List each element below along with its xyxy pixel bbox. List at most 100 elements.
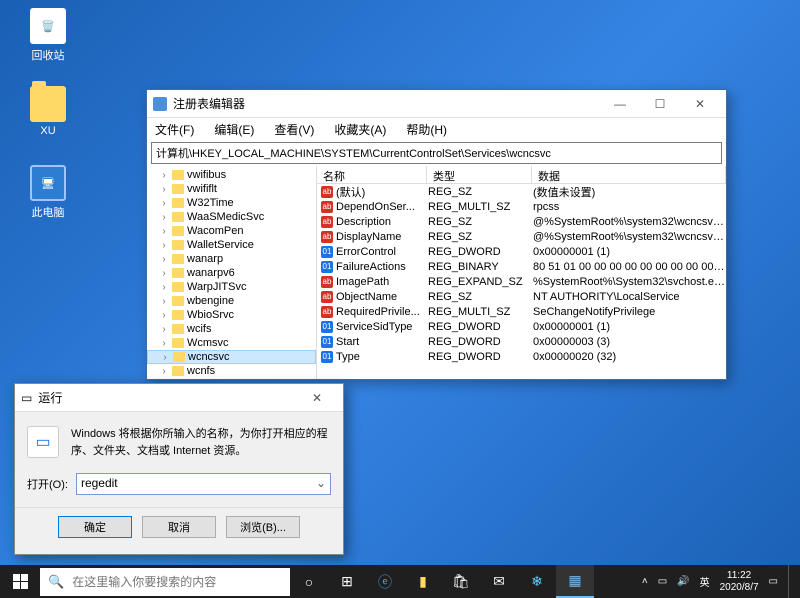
- menu-favorites[interactable]: 收藏夹(A): [330, 119, 390, 140]
- taskbar-app-mail[interactable]: ✉: [480, 565, 518, 598]
- tray-ime-indicator[interactable]: 英: [700, 574, 710, 589]
- expand-icon[interactable]: ›: [159, 268, 169, 279]
- expand-icon[interactable]: ›: [160, 352, 170, 363]
- taskbar-app-store[interactable]: 🛍: [442, 565, 480, 598]
- tree-item[interactable]: ›wanarp: [147, 252, 316, 266]
- tree-item[interactable]: › WalletService: [147, 238, 316, 252]
- expand-icon[interactable]: ›: [159, 324, 169, 335]
- menu-help[interactable]: 帮助(H): [402, 119, 451, 140]
- value-type-icon: 01: [321, 351, 333, 363]
- taskbar-app-explorer[interactable]: ▮: [404, 565, 442, 598]
- column-header-type[interactable]: 类型: [427, 166, 532, 183]
- expand-icon[interactable]: ›: [159, 366, 169, 377]
- system-tray: ˄ ▭ 🔊 英 11:22 2020/8/7 ▭: [642, 565, 800, 598]
- tray-network-icon[interactable]: ▭: [658, 576, 667, 587]
- expand-icon[interactable]: ›: [159, 310, 169, 321]
- tray-notifications-icon[interactable]: ▭: [769, 576, 778, 587]
- titlebar[interactable]: ▭ 运行 ✕: [15, 384, 343, 412]
- close-button[interactable]: ✕: [680, 91, 720, 117]
- window-title: 注册表编辑器: [173, 95, 245, 112]
- tree-item-label: wcnfs: [187, 365, 215, 377]
- expand-icon[interactable]: ›: [159, 338, 169, 349]
- column-header-name[interactable]: 名称: [317, 166, 427, 183]
- tree-item-label: vwififlt: [187, 183, 217, 195]
- taskbar-app-generic[interactable]: ❄: [518, 565, 556, 598]
- titlebar[interactable]: 注册表编辑器 — ☐ ✕: [147, 90, 726, 118]
- value-type-icon: ab: [321, 291, 333, 303]
- registry-value-row[interactable]: 01ErrorControlREG_DWORD0x00000001 (1): [317, 244, 726, 259]
- tray-clock[interactable]: 11:22 2020/8/7: [720, 570, 759, 594]
- tray-chevron-icon[interactable]: ˄: [642, 576, 648, 587]
- value-name: (默认): [336, 184, 428, 200]
- search-input[interactable]: [72, 575, 282, 589]
- menu-file[interactable]: 文件(F): [151, 119, 198, 140]
- expand-icon[interactable]: ›: [159, 198, 169, 209]
- expand-icon[interactable]: ›: [159, 184, 169, 195]
- desktop-icon-folder[interactable]: XU: [18, 82, 78, 137]
- tree-item[interactable]: ›wanarpv6: [147, 266, 316, 280]
- value-type-icon: ab: [321, 231, 333, 243]
- registry-value-row[interactable]: 01FailureActionsREG_BINARY80 51 01 00 00…: [317, 259, 726, 274]
- run-input[interactable]: regedit: [76, 473, 331, 495]
- registry-value-row[interactable]: 01TypeREG_DWORD0x00000020 (32): [317, 349, 726, 364]
- tree-item[interactable]: ›vwifibus: [147, 168, 316, 182]
- column-header-data[interactable]: 数据: [532, 166, 726, 183]
- registry-value-row[interactable]: abObjectNameREG_SZNT AUTHORITY\LocalServ…: [317, 289, 726, 304]
- start-button[interactable]: [0, 565, 40, 598]
- tree-item[interactable]: › vwififlt: [147, 182, 316, 196]
- menu-edit[interactable]: 编辑(E): [210, 119, 258, 140]
- folder-icon: [172, 198, 184, 208]
- registry-value-row[interactable]: abDisplayNameREG_SZ@%SystemRoot%\system3…: [317, 229, 726, 244]
- registry-value-row[interactable]: abRequiredPrivile...REG_MULTI_SZSeChange…: [317, 304, 726, 319]
- value-type: REG_MULTI_SZ: [428, 201, 533, 213]
- desktop-icon-recycle[interactable]: 🗑️ 回收站: [18, 8, 78, 63]
- browse-button[interactable]: 浏览(B)...: [226, 516, 300, 538]
- tree-item[interactable]: ›WaaSMedicSvc: [147, 210, 316, 224]
- expand-icon[interactable]: ›: [159, 254, 169, 265]
- expand-icon[interactable]: ›: [159, 240, 169, 251]
- tree-item[interactable]: › WbioSrvc: [147, 308, 316, 322]
- tree-item[interactable]: ›wcifs: [147, 322, 316, 336]
- tree-item[interactable]: ›wbengine: [147, 294, 316, 308]
- expand-icon[interactable]: ›: [159, 282, 169, 293]
- registry-value-row[interactable]: 01StartREG_DWORD0x00000003 (3): [317, 334, 726, 349]
- close-button[interactable]: ✕: [297, 385, 337, 411]
- tree-item[interactable]: ›WacomPen: [147, 224, 316, 238]
- menu-view[interactable]: 查看(V): [270, 119, 318, 140]
- task-view-icon[interactable]: ⊞: [328, 565, 366, 598]
- tree-item-label: WbioSrvc: [187, 309, 234, 321]
- registry-value-row[interactable]: ab(默认)REG_SZ(数值未设置): [317, 184, 726, 199]
- registry-value-row[interactable]: abDescriptionREG_SZ@%SystemRoot%\system3…: [317, 214, 726, 229]
- address-bar[interactable]: 计算机\HKEY_LOCAL_MACHINE\SYSTEM\CurrentCon…: [151, 142, 722, 164]
- folder-icon: [172, 184, 184, 194]
- registry-value-row[interactable]: abImagePathREG_EXPAND_SZ%SystemRoot%\Sys…: [317, 274, 726, 289]
- tree-item[interactable]: ›WarpJITSvc: [147, 280, 316, 294]
- taskbar-app-regedit[interactable]: ▦: [556, 565, 594, 598]
- registry-value-row[interactable]: 01ServiceSidTypeREG_DWORD0x00000001 (1): [317, 319, 726, 334]
- registry-value-row[interactable]: abDependOnSer...REG_MULTI_SZrpcss: [317, 199, 726, 214]
- tree-item-label: WalletService: [187, 239, 254, 251]
- maximize-button[interactable]: ☐: [640, 91, 680, 117]
- taskbar-app-edge[interactable]: ⓔ: [366, 565, 404, 598]
- registry-tree[interactable]: ›vwifibus›vwififlt›W32Time›WaaSMedicSvc›…: [147, 166, 317, 379]
- desktop-icon-this-pc[interactable]: 🖥 此电脑: [18, 165, 78, 220]
- list-header[interactable]: 名称 类型 数据: [317, 166, 726, 184]
- tray-volume-icon[interactable]: 🔊: [677, 576, 689, 587]
- expand-icon[interactable]: ›: [159, 226, 169, 237]
- ok-button[interactable]: 确定: [58, 516, 132, 538]
- expand-icon[interactable]: ›: [159, 212, 169, 223]
- taskbar-search[interactable]: 🔍: [40, 568, 290, 596]
- tree-item[interactable]: ›Wcmsvc: [147, 336, 316, 350]
- expand-icon[interactable]: ›: [159, 296, 169, 307]
- value-name: Type: [336, 351, 428, 363]
- cortana-icon[interactable]: ○: [290, 565, 328, 598]
- cancel-button[interactable]: 取消: [142, 516, 216, 538]
- minimize-button[interactable]: —: [600, 91, 640, 117]
- show-desktop-button[interactable]: [788, 565, 794, 598]
- expand-icon[interactable]: ›: [159, 170, 169, 181]
- tree-item[interactable]: ›wcncsvc: [147, 350, 316, 364]
- tree-item[interactable]: ›W32Time: [147, 196, 316, 210]
- value-name: ImagePath: [336, 276, 428, 288]
- folder-icon: [172, 254, 184, 264]
- tree-item[interactable]: › wcnfs: [147, 364, 316, 378]
